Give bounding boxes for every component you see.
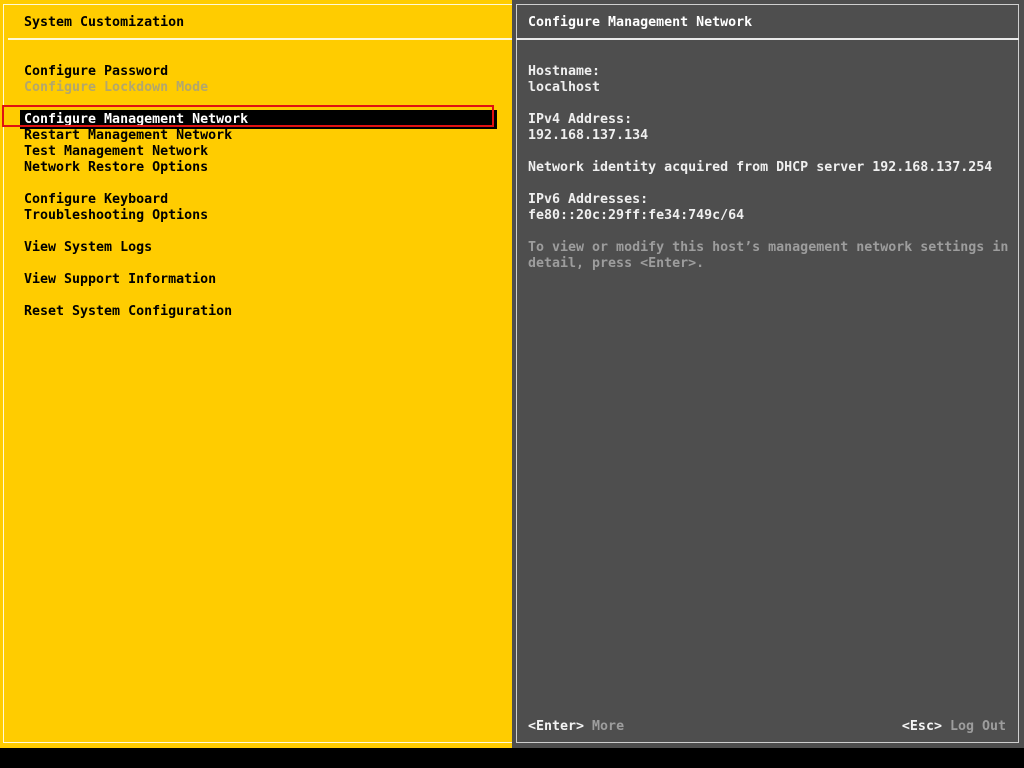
dhcp-info: Network identity acquired from DHCP serv… xyxy=(528,160,1014,176)
hostname-label: Hostname: xyxy=(528,64,1014,80)
menu-item-view-system-logs[interactable]: View System Logs xyxy=(0,240,512,256)
menu-spacer xyxy=(0,256,512,272)
selected-item-highlight: Configure Management Network xyxy=(20,110,497,129)
menu-spacer xyxy=(0,288,512,304)
ipv6-value: fe80::20c:29ff:fe34:749c/64 xyxy=(528,208,1014,224)
menu-item-configure-management-network[interactable]: Configure Management Network xyxy=(0,112,512,128)
menu-item-troubleshooting-options[interactable]: Troubleshooting Options xyxy=(0,208,512,224)
enter-action-label: More xyxy=(592,719,624,734)
menu-item-configure-lockdown-mode: Configure Lockdown Mode xyxy=(0,80,512,96)
hostname-value: localhost xyxy=(528,80,1014,96)
right-panel-title: Configure Management Network xyxy=(528,15,752,31)
ipv6-label: IPv6 Addresses: xyxy=(528,192,1014,208)
spacer xyxy=(528,144,1014,160)
left-panel-title: System Customization xyxy=(24,15,184,31)
spacer xyxy=(528,176,1014,192)
detail-hint-line-1: To view or modify this host’s management… xyxy=(528,240,1014,256)
ipv4-value: 192.168.137.134 xyxy=(528,128,1014,144)
enter-hint: <Enter> More xyxy=(528,719,624,735)
dcui-screen: System Customization Configure Password … xyxy=(0,0,1024,768)
menu: Configure Password Configure Lockdown Mo… xyxy=(0,64,512,320)
key-hints: <Enter> More <Esc> Log Out xyxy=(528,719,1006,735)
menu-item-configure-password[interactable]: Configure Password xyxy=(0,64,512,80)
left-title-separator xyxy=(8,38,512,40)
esc-action-label: Log Out xyxy=(950,719,1006,734)
detail-hint-line-2: detail, press <Enter>. xyxy=(528,256,1014,272)
menu-spacer xyxy=(0,176,512,192)
menu-item-network-restore-options[interactable]: Network Restore Options xyxy=(0,160,512,176)
system-customization-panel: System Customization Configure Password … xyxy=(0,0,512,748)
menu-item-view-support-information[interactable]: View Support Information xyxy=(0,272,512,288)
ipv4-label: IPv4 Address: xyxy=(528,112,1014,128)
network-info: Hostname: localhost IPv4 Address: 192.16… xyxy=(528,64,1014,272)
menu-spacer xyxy=(0,224,512,240)
right-title-separator xyxy=(516,38,1019,40)
spacer xyxy=(528,96,1014,112)
menu-item-restart-management-network[interactable]: Restart Management Network xyxy=(0,128,512,144)
status-bar: VMware ESXi 6.7.0 (VMKernel Release Buil… xyxy=(0,748,1024,768)
menu-item-configure-keyboard[interactable]: Configure Keyboard xyxy=(0,192,512,208)
esc-hint: <Esc> Log Out xyxy=(902,719,1006,735)
enter-key-label: <Enter> xyxy=(528,719,584,734)
menu-item-test-management-network[interactable]: Test Management Network xyxy=(0,144,512,160)
spacer xyxy=(528,224,1014,240)
menu-item-reset-system-configuration[interactable]: Reset System Configuration xyxy=(0,304,512,320)
esc-key-label: <Esc> xyxy=(902,719,942,734)
management-network-detail-panel: Configure Management Network Hostname: l… xyxy=(512,0,1024,748)
